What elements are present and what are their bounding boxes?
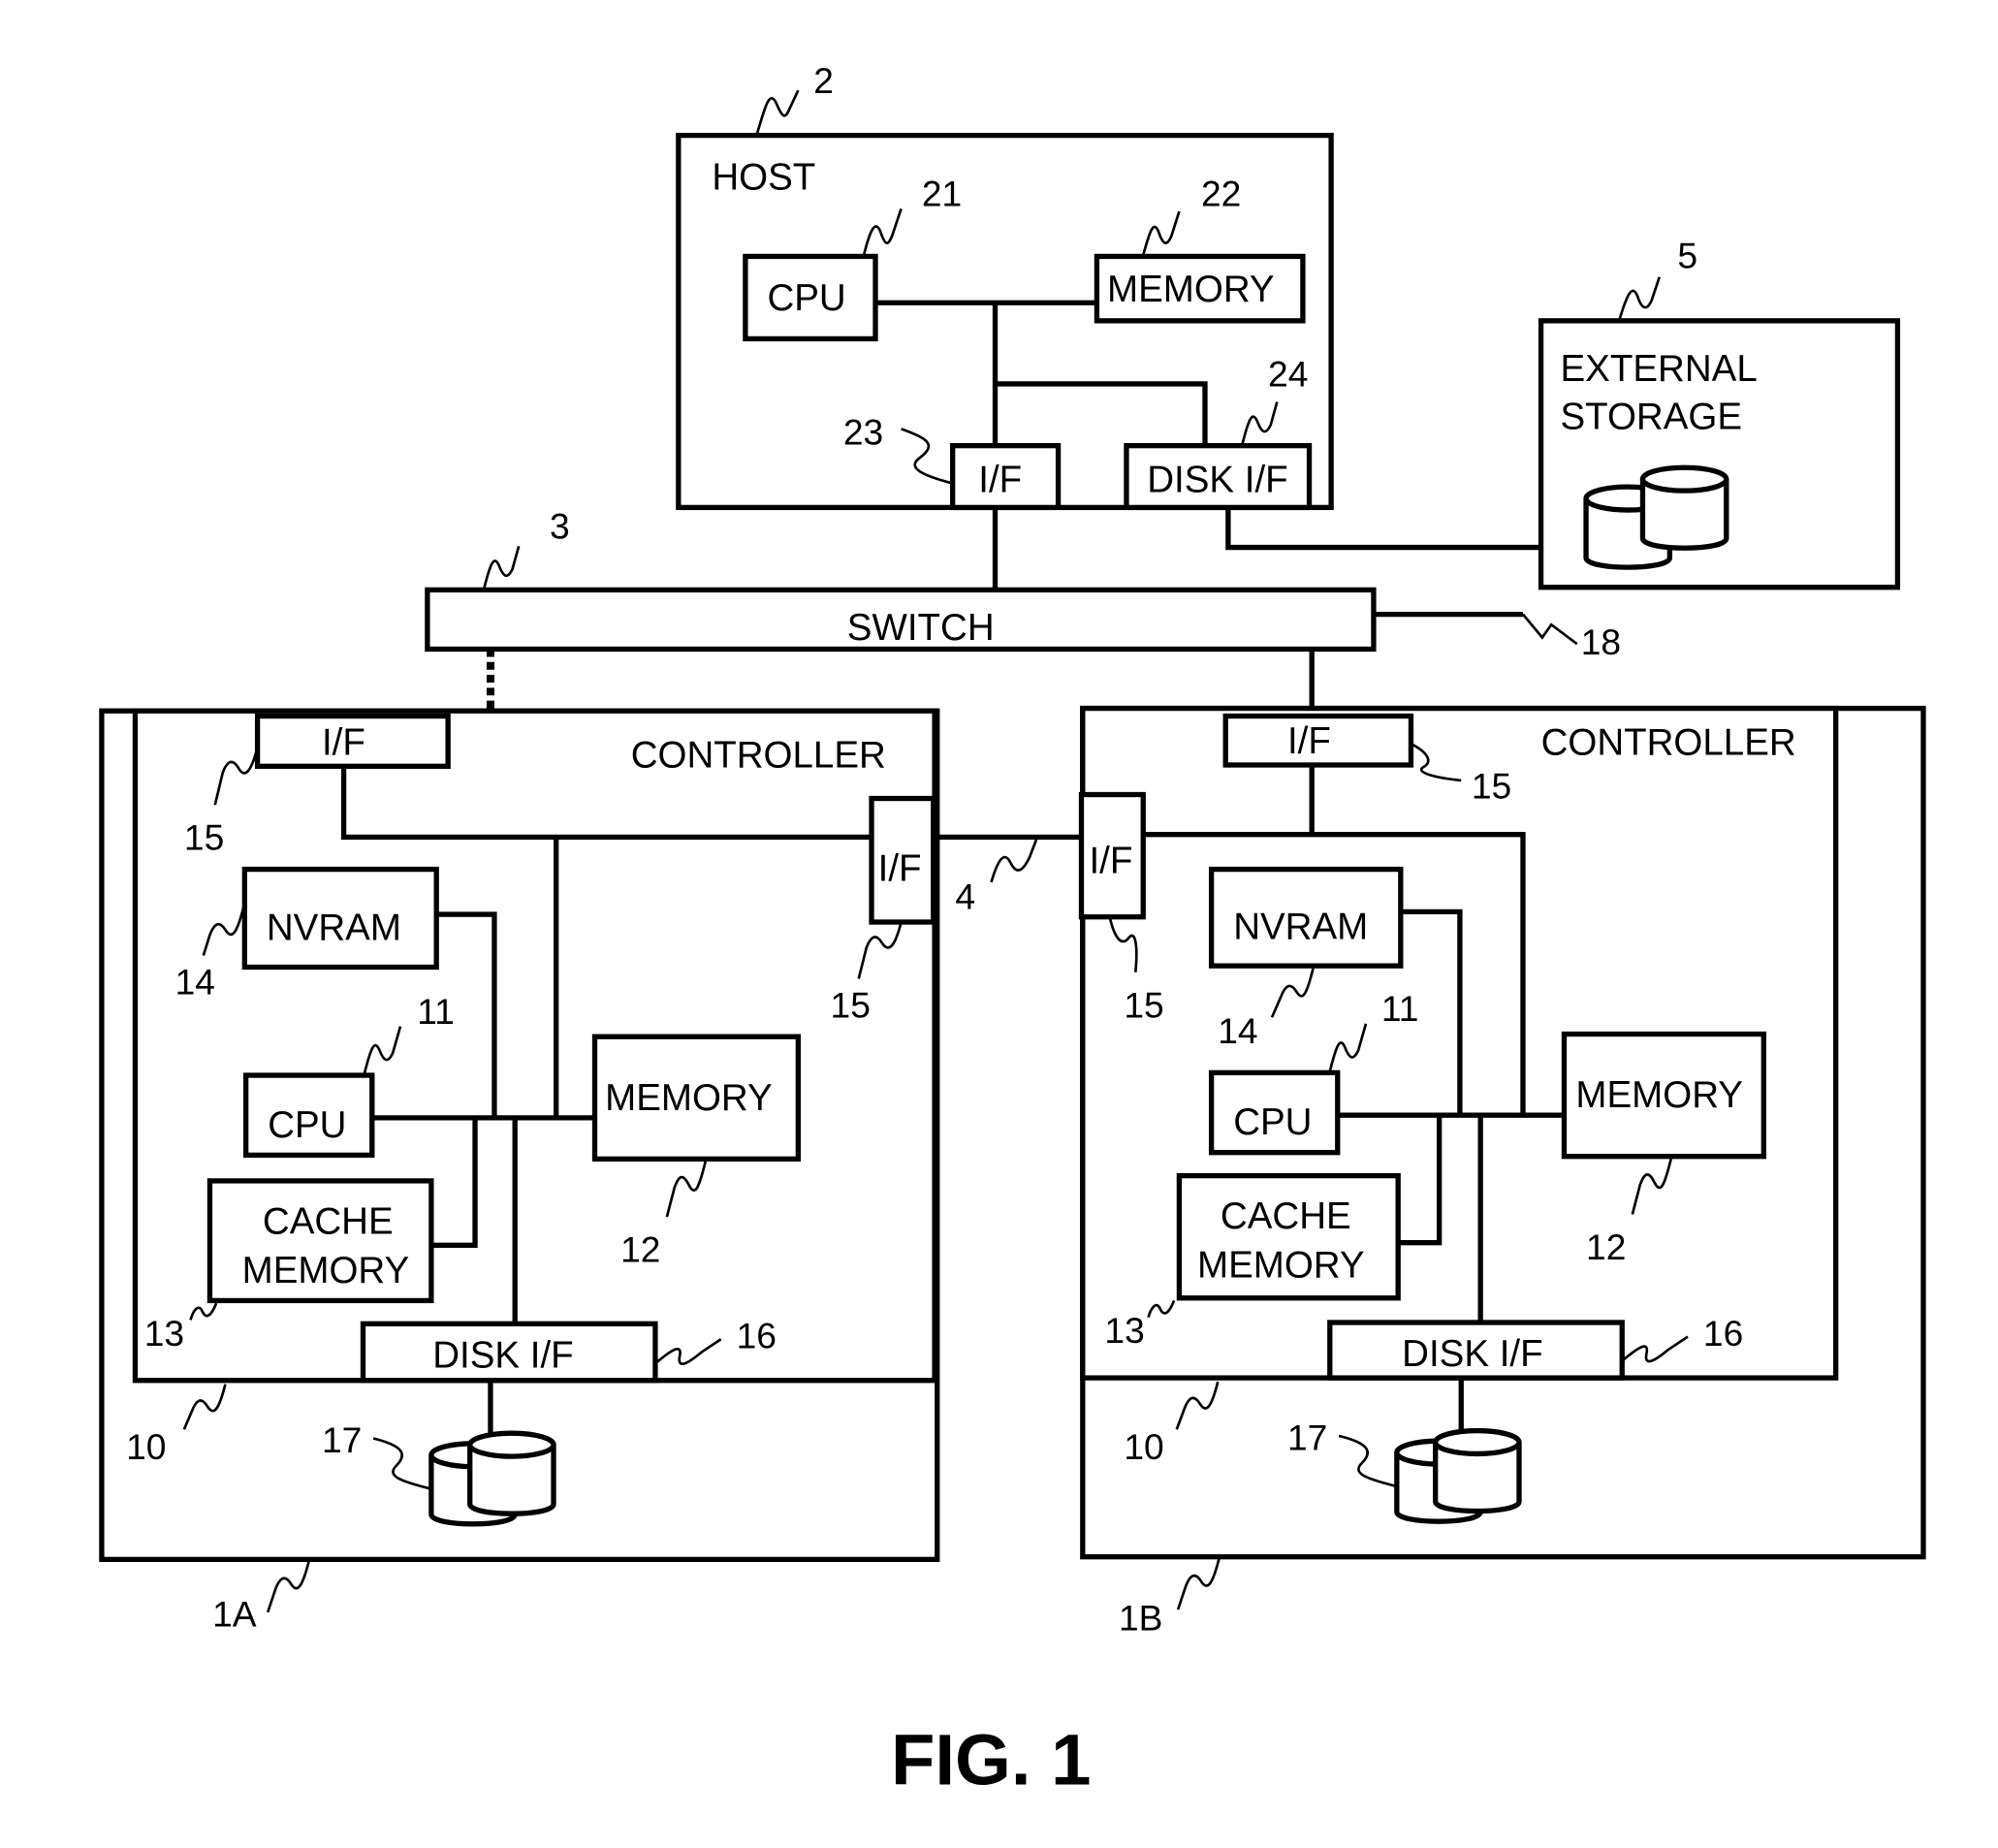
external-storage-label-2: STORAGE <box>1560 396 1742 437</box>
controller-a-if-top-label: I/F <box>322 721 365 763</box>
switch-port-ref: 18 <box>1581 621 1621 662</box>
controller-b-cpu-label: CPU <box>1233 1101 1312 1143</box>
controller-b-cache-label-1: CACHE <box>1221 1195 1351 1237</box>
disks-a-ref: 17 <box>322 1419 362 1460</box>
storage-b-ref: 1B <box>1119 1597 1162 1638</box>
host: HOST 2 CPU 21 MEMORY 22 I/F 23 DISK I/F … <box>676 60 1334 511</box>
external-storage: EXTERNAL STORAGE 5 <box>1538 235 1901 590</box>
controller-a-memory-label: MEMORY <box>605 1077 773 1119</box>
host-to-external-link <box>1225 507 1541 551</box>
host-ref: 2 <box>813 60 834 101</box>
host-label: HOST <box>712 156 815 198</box>
controller-a-cpu-ref: 11 <box>417 991 455 1032</box>
storage-b-ref-leader <box>1176 1557 1221 1610</box>
host-cpu-ref: 21 <box>922 174 962 214</box>
controller-a-if-side-label: I/F <box>878 848 922 890</box>
controller-b-memory-ref: 12 <box>1586 1227 1626 1267</box>
controller-b-nvram-ref: 14 <box>1218 1010 1257 1051</box>
storage-a-ref-leader <box>266 1560 310 1613</box>
controller-a-nvram-label: NVRAM <box>267 908 401 949</box>
controller-b-if-top-label: I/F <box>1287 720 1331 762</box>
external-storage-label-1: EXTERNAL <box>1560 348 1757 390</box>
switch-ref-leader <box>483 545 521 589</box>
controller-a-ref: 10 <box>126 1426 166 1467</box>
figure-caption: FIG. 1 <box>891 1720 1092 1800</box>
controller-a-label: CONTROLLER <box>631 735 886 777</box>
controller-b-disk-if-label: DISK I/F <box>1402 1333 1542 1375</box>
controller-b-if-top-ref: 15 <box>1472 766 1511 807</box>
controller-a-disk-if-ref: 16 <box>737 1316 777 1356</box>
host-if-label: I/F <box>978 459 1022 500</box>
disk-icon <box>1642 467 1726 548</box>
external-storage-leader <box>1618 276 1662 320</box>
controller-a-cache-label-2: MEMORY <box>242 1250 410 1291</box>
external-storage-ref: 5 <box>1677 235 1697 275</box>
controller-b-cache-label-2: MEMORY <box>1197 1245 1365 1287</box>
switch: SWITCH 3 18 <box>425 505 1621 662</box>
host-disk-if-label: DISK I/F <box>1147 459 1287 500</box>
storage-a-ref: 1A <box>212 1593 257 1634</box>
disks-b-ref: 17 <box>1287 1417 1327 1457</box>
controller-b-disk-if-ref: 16 <box>1703 1313 1743 1354</box>
host-disk-if-ref: 24 <box>1268 354 1308 395</box>
disk-icon <box>1436 1431 1519 1512</box>
link-ref-leader <box>990 839 1038 883</box>
disk-icon <box>470 1433 554 1513</box>
controller-a-cache-ref: 13 <box>144 1313 184 1354</box>
controller-a-disk-if-label: DISK I/F <box>432 1334 573 1376</box>
controller-b-label: CONTROLLER <box>1541 721 1796 763</box>
controller-b-if-side-label: I/F <box>1089 841 1132 882</box>
switch-port-leader <box>1521 613 1578 646</box>
controller-a-if-side-ref: 15 <box>831 984 871 1025</box>
controller-a-if-top-ref: 15 <box>184 817 224 858</box>
block-diagram: HOST 2 CPU 21 MEMORY 22 I/F 23 DISK I/F … <box>99 60 1926 1800</box>
controller-a-cache-label-1: CACHE <box>263 1200 394 1242</box>
host-memory-label: MEMORY <box>1107 269 1275 310</box>
controller-b-cache-ref: 13 <box>1104 1310 1144 1351</box>
controller-b-nvram-label: NVRAM <box>1233 906 1368 947</box>
host-ref-leader <box>755 89 800 135</box>
storage-system-a: CONTROLLER I/F 15 I/F 15 NVRAM 14 CPU 11… <box>99 708 940 1634</box>
switch-label: SWITCH <box>847 607 995 649</box>
link-ref: 4 <box>955 876 975 917</box>
host-if-ref: 23 <box>843 411 883 452</box>
controller-b-memory-label: MEMORY <box>1575 1074 1743 1116</box>
controller-b-ref: 10 <box>1124 1426 1163 1467</box>
controller-a-nvram-ref: 14 <box>175 961 215 1002</box>
storage-system-b: CONTROLLER I/F 15 I/F 15 NVRAM 14 CPU 11… <box>1078 705 1926 1638</box>
controller-a-memory-ref: 12 <box>620 1229 660 1270</box>
switch-ref: 3 <box>550 505 570 546</box>
host-cpu-label: CPU <box>767 277 845 319</box>
controller-b-cpu-ref: 11 <box>1381 988 1419 1029</box>
host-memory-ref: 22 <box>1201 174 1241 214</box>
controller-b-if-side-ref: 15 <box>1124 984 1163 1025</box>
controller-a-cpu-label: CPU <box>268 1104 346 1146</box>
